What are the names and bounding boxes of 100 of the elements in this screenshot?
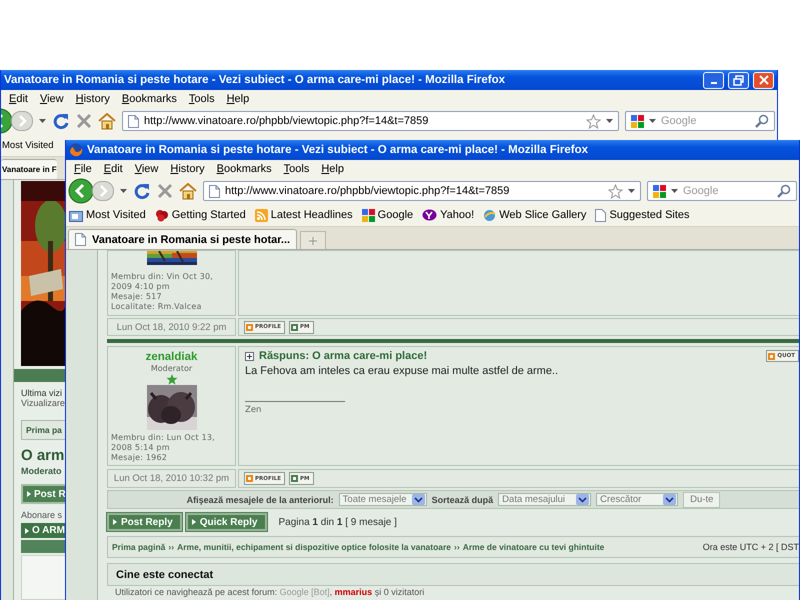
member-since-text: Membru din: Lun Oct 13, 2008 5:14 pm: [111, 433, 216, 453]
home-icon[interactable]: [179, 182, 197, 200]
reply-button[interactable]: Post Reply: [107, 513, 182, 531]
bookmark-item[interactable]: Google: [362, 208, 414, 222]
square-icon: [246, 324, 253, 330]
address-bar[interactable]: http://www.vinatoare.ro/phpbb/viewtopic.php?f=14&t=7859: [203, 181, 641, 201]
search-engine-icon: [653, 184, 666, 198]
user-link[interactable]: mmarius: [334, 587, 372, 597]
timezone-text: Ora este UTC + 2 [ DST: [702, 542, 799, 552]
bookmark-item[interactable]: Latest Headlines: [254, 208, 353, 222]
menu-item[interactable]: View: [34, 93, 70, 105]
tab[interactable]: Vanatoare in Romania si peste hotar...: [68, 229, 298, 249]
address-bar[interactable]: http://www.vinatoare.ro/phpbb/viewtopic.php?f=14&t=7859: [122, 111, 619, 131]
go-button[interactable]: Du-te: [683, 492, 720, 508]
bookmark-item[interactable]: Web Slice Gallery: [483, 208, 586, 222]
search-field[interactable]: Google: [683, 185, 772, 197]
search-icon[interactable]: [777, 184, 791, 198]
sort-dropdown[interactable]: Data mesajului: [498, 493, 592, 506]
dropdown-arrow-icon[interactable]: [576, 494, 590, 505]
caret-icon[interactable]: [606, 119, 613, 123]
window-title: Vanatoare in Romania si peste hotare - Vezi subiect - O arma care-mi place! - Mozilla Firefox: [87, 144, 590, 156]
bookmark-item[interactable]: Suggested Sites: [595, 208, 690, 222]
menu-item[interactable]: Bookmarks: [210, 163, 278, 175]
colored-squares-icon: [362, 208, 375, 222]
moderators-text: Moderato: [21, 466, 62, 476]
breadcrumb-link[interactable]: Prima pagină: [112, 542, 166, 552]
star-icon[interactable]: [608, 184, 623, 198]
square-icon: [246, 475, 253, 482]
menu-item[interactable]: Bookmarks: [116, 93, 183, 105]
bookmark-item[interactable]: Getting Started: [154, 208, 246, 222]
breadcrumb-link[interactable]: Arme, munitii, echipament si dispozitive optice folosite la vanatoare: [177, 542, 452, 552]
minimize-button[interactable]: [703, 72, 724, 88]
caret-icon[interactable]: [671, 189, 678, 193]
close-button[interactable]: [753, 72, 774, 88]
home-icon[interactable]: [98, 112, 116, 130]
page-icon: [128, 114, 139, 128]
menu-item[interactable]: History: [164, 163, 211, 175]
menu-item[interactable]: View: [128, 163, 164, 175]
restore-button[interactable]: [728, 72, 749, 88]
direction-dropdown[interactable]: Crescător: [596, 493, 678, 506]
filter-label: Afişează mesajele de la anteriorul:: [186, 494, 334, 504]
caret-icon[interactable]: [628, 189, 635, 193]
reload-icon[interactable]: [133, 182, 151, 200]
menu-item[interactable]: History: [70, 93, 116, 105]
menu-item[interactable]: Help: [220, 93, 256, 105]
page-icon: [75, 233, 86, 246]
sort-label: Sortează după: [432, 494, 494, 504]
menu-item[interactable]: File: [68, 163, 98, 175]
topic-title: O arm: [21, 446, 64, 466]
last-visit-text: Ultima vizi: [21, 388, 62, 398]
caret-icon[interactable]: [649, 119, 656, 123]
search-field[interactable]: Google: [661, 115, 750, 127]
tab[interactable]: Vanatoare in F: [1, 159, 57, 179]
star-icon: [166, 374, 178, 385]
menu-item[interactable]: Edit: [98, 163, 129, 175]
page-icon: [595, 208, 606, 222]
bookmark-item[interactable]: Most Visited: [69, 208, 146, 222]
menu-item[interactable]: Edit: [3, 93, 34, 105]
breadcrumb-separator: ››: [454, 542, 460, 552]
days-dropdown[interactable]: Toate mesajele: [338, 493, 427, 506]
page-icon: [209, 184, 220, 198]
restore-icon: [733, 74, 744, 86]
back-button[interactable]: [68, 178, 94, 204]
window-title: Vanatoare in Romania si peste hotare - Vezi subiect - O arma care-mi place! - Mozilla Firefox: [4, 74, 506, 86]
triangle-icon: [27, 491, 31, 497]
reply-button[interactable]: Quick Reply: [186, 513, 266, 531]
menu-item[interactable]: Tools: [182, 93, 221, 105]
menu-item[interactable]: Help: [315, 163, 350, 175]
search-icon[interactable]: [755, 114, 769, 128]
rank-text: Moderator: [150, 364, 192, 374]
post-reply-button[interactable]: Post R: [21, 484, 66, 504]
minimize-icon: [710, 82, 716, 84]
subscribe-link[interactable]: Abonare s: [21, 510, 62, 520]
menu-item[interactable]: Tools: [278, 163, 316, 175]
search-engine-icon: [631, 114, 644, 128]
square-icon: [291, 475, 298, 482]
address-field[interactable]: http://www.vinatoare.ro/phpbb/viewtopic.php?f=14&t=7859: [225, 185, 603, 197]
search-bar[interactable]: Google: [625, 111, 775, 131]
globe-icon: [483, 208, 496, 222]
dropdown-arrow-icon[interactable]: [412, 494, 425, 505]
bookmark-item[interactable]: Most Visited: [2, 140, 54, 150]
reload-icon[interactable]: [52, 112, 70, 130]
view-link[interactable]: Vizualizare: [21, 398, 65, 408]
dropdown-arrow-icon[interactable]: [663, 494, 676, 505]
post-subject: Răspuns: O arma care-mi place!: [259, 350, 428, 362]
post-body: La Fehova am inteles ca erau expuse mai multe astfel de arme..: [245, 365, 560, 377]
triangle-icon: [25, 528, 29, 534]
folder-icon: [69, 208, 83, 222]
badge-icon: [422, 209, 438, 221]
post-date: Lun Oct 18, 2010 9:22 pm: [107, 318, 236, 336]
expand-icon[interactable]: [245, 352, 254, 360]
plus-icon: [309, 236, 318, 244]
history-caret-icon[interactable]: [39, 119, 46, 123]
bookmark-item[interactable]: Yahoo!: [422, 209, 474, 221]
star-icon[interactable]: [586, 114, 601, 128]
history-caret-icon[interactable]: [120, 189, 127, 193]
breadcrumb-link[interactable]: Arme de vinatoare cu tevi ghintuite: [462, 542, 604, 552]
address-field[interactable]: http://www.vinatoare.ro/phpbb/viewtopic.php?f=14&t=7859: [144, 115, 581, 127]
search-bar[interactable]: Google: [647, 181, 797, 201]
breadcrumb-link[interactable]: Prima pa: [21, 420, 66, 440]
